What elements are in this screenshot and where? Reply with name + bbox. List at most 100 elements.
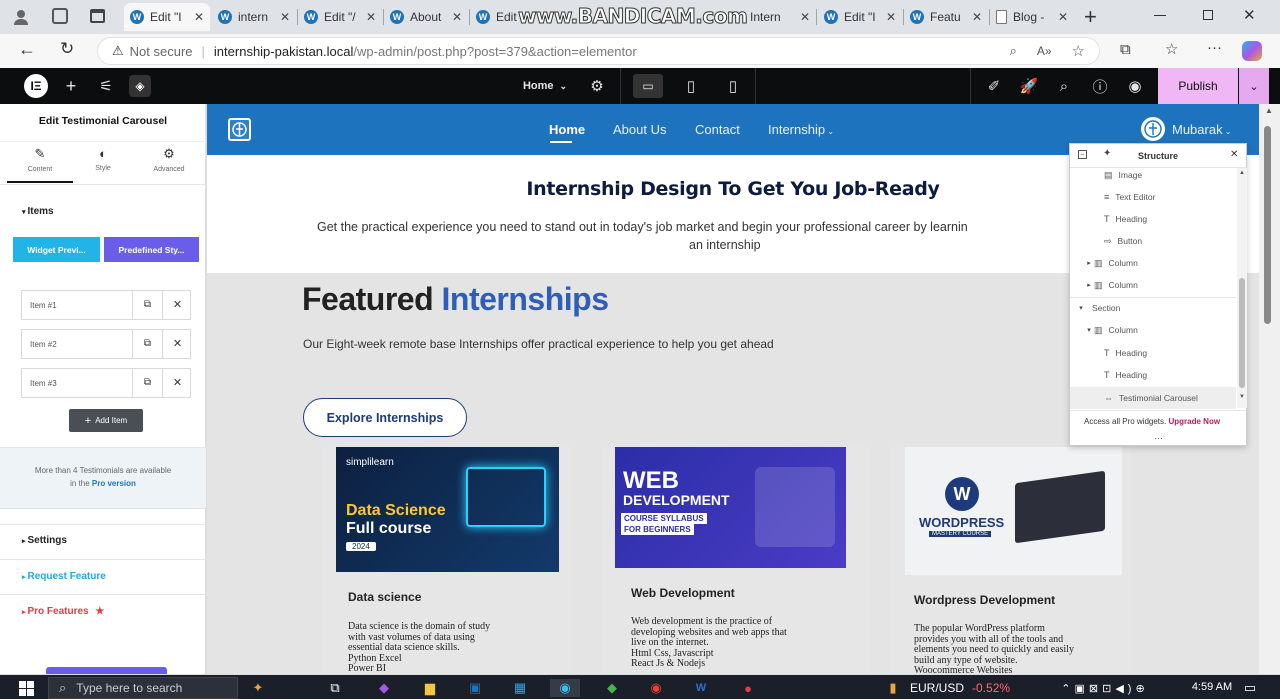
structure-item[interactable]: ▸ ▥ Column — [1070, 252, 1236, 274]
close-tab-icon[interactable]: ✕ — [366, 10, 376, 24]
delete-icon[interactable]: ✕ — [162, 330, 192, 358]
avatar[interactable] — [1140, 116, 1166, 142]
browser-tab[interactable]: W intern ✕ — [212, 3, 296, 31]
publish-options-button[interactable]: ⌄ — [1239, 68, 1269, 104]
structure-item[interactable]: ≡ Text Editor — [1070, 186, 1236, 208]
expand-arrow[interactable]: ▸ — [1084, 259, 1094, 267]
course-card[interactable]: WEB DEVELOPMENT COURSE SYLLABUS FOR BEGI… — [601, 447, 871, 674]
close-icon[interactable]: ✕ — [1230, 149, 1238, 160]
browser-tab[interactable]: Intern ✕ — [744, 3, 816, 31]
elementor-logo-icon[interactable]: IΞ — [24, 74, 48, 98]
structure-icon[interactable]: ◈ — [128, 68, 152, 104]
widgets-icon[interactable]: ✦ — [245, 679, 271, 697]
extensions-icon[interactable]: ⧉ — [1120, 41, 1131, 58]
structure-item[interactable]: ▾ Section — [1070, 297, 1236, 319]
browser-tab[interactable]: W Edit "/ ✕ — [298, 3, 382, 31]
more-menu-icon[interactable]: ··· — [1207, 39, 1222, 56]
address-bar[interactable]: ⚠ Not secure | internship-pakistan.local… — [97, 37, 1100, 65]
copilot-taskbar-icon[interactable]: ◆ — [374, 679, 394, 697]
publish-button[interactable]: Publish — [1158, 68, 1238, 104]
panel-footer-button[interactable] — [46, 667, 167, 674]
duplicate-icon[interactable]: ⧉ — [132, 291, 162, 319]
expand-arrow[interactable]: ▾ — [1084, 326, 1094, 334]
workspaces-icon[interactable] — [52, 8, 68, 24]
start-icon[interactable] — [18, 679, 34, 697]
expand-arrow[interactable]: ▾ — [1076, 304, 1086, 312]
ticker-label[interactable]: EUR/USD -0.52% — [910, 679, 1010, 697]
chart-icon[interactable]: ▮ — [884, 679, 902, 697]
mobile-view-icon[interactable]: ▯ — [722, 68, 744, 104]
user-menu[interactable]: Mubarak ⌄ — [1172, 122, 1232, 137]
settings-section-toggle[interactable]: ▸ Settings — [22, 535, 67, 546]
copilot-icon[interactable] — [1242, 41, 1262, 61]
favorites-icon[interactable]: ☆ — [1165, 40, 1178, 58]
page-selector[interactable]: Home ⌄ — [515, 68, 575, 104]
favorite-star-icon[interactable]: ☆ — [1072, 42, 1085, 60]
refresh-icon[interactable]: ↻ — [60, 39, 74, 59]
close-tab-icon[interactable]: ✕ — [280, 10, 290, 24]
preview-icon[interactable]: ◉ — [1124, 68, 1146, 104]
close-tab-icon[interactable]: ✕ — [1058, 10, 1068, 24]
tab-actions-icon[interactable] — [90, 9, 105, 23]
nav-contact[interactable]: Contact — [695, 122, 740, 137]
site-settings-icon[interactable]: ⚟ — [95, 68, 117, 104]
profile-icon[interactable] — [12, 8, 30, 26]
site-logo[interactable] — [228, 118, 251, 141]
structure-item[interactable]: ▤ Image — [1070, 164, 1236, 186]
structure-item[interactable]: T Heading — [1070, 364, 1236, 386]
duplicate-icon[interactable]: ⧉ — [132, 330, 162, 358]
browser-tab[interactable]: W About ✕ — [384, 3, 468, 31]
add-element-icon[interactable]: + — [60, 68, 82, 104]
read-aloud-icon[interactable]: A» — [1037, 44, 1052, 58]
desktop-view-icon[interactable]: ▭ — [630, 68, 666, 104]
clock[interactable]: 4:59 AM — [1182, 678, 1242, 696]
browser-tab[interactable]: W Edit "I ✕ — [124, 3, 210, 31]
browser-tab[interactable]: Blog - ✕ — [990, 3, 1074, 31]
pro-features-toggle[interactable]: ▸ Pro Features ★ — [22, 606, 104, 617]
notifications-icon[interactable]: 🚀 — [1018, 68, 1040, 104]
expand-arrow[interactable]: ▸ — [1084, 281, 1094, 289]
app-icon[interactable]: ◆ — [602, 679, 622, 697]
pro-version-link[interactable]: Pro version — [92, 479, 136, 488]
structure-item[interactable]: T Heading — [1070, 342, 1236, 364]
structure-item[interactable]: ▾ ▥ Column — [1070, 319, 1236, 341]
tab-style[interactable]: ◐ Style — [70, 144, 136, 182]
close-tab-icon[interactable]: ✕ — [452, 10, 462, 24]
request-feature-link[interactable]: ▸ Request Feature — [22, 571, 106, 582]
close-tab-icon[interactable]: ✕ — [886, 10, 896, 24]
nav-about[interactable]: About Us — [613, 122, 666, 137]
repeater-item[interactable]: Item #1 ⧉ ✕ — [21, 290, 191, 320]
close-tab-icon[interactable]: ✕ — [972, 10, 982, 24]
close-tab-icon[interactable]: ✕ — [800, 10, 810, 24]
structure-item[interactable]: T Heading — [1070, 208, 1236, 230]
record-icon[interactable]: ● — [738, 679, 758, 697]
system-tray-icons[interactable]: ⌃▣⊠⊡◀)⊕ — [1035, 679, 1175, 697]
zoom-icon[interactable]: ⌕ — [1010, 43, 1017, 59]
structure-item[interactable]: ⇨ Button — [1070, 230, 1236, 252]
close-tab-icon[interactable]: ✕ — [194, 10, 204, 24]
edge-icon[interactable]: ◉ — [550, 679, 580, 697]
new-tab-icon[interactable]: + — [1084, 4, 1097, 30]
nav-home[interactable]: Home — [549, 122, 585, 137]
search-icon[interactable]: ⌕ — [1053, 68, 1075, 104]
structure-item[interactable]: ▸ ▥ Column — [1070, 274, 1236, 296]
tab-advanced[interactable]: ⚙ Advanced — [136, 144, 202, 182]
delete-icon[interactable]: ✕ — [162, 369, 192, 397]
chrome-icon[interactable]: ◉ — [646, 679, 666, 697]
help-icon[interactable]: ⓘ — [1089, 68, 1111, 104]
store-icon[interactable]: ▦ — [510, 679, 530, 697]
widget-preview-button[interactable]: Widget Previ... — [13, 237, 100, 262]
repeater-item[interactable]: Item #2 ⧉ ✕ — [21, 329, 191, 359]
tablet-view-icon[interactable]: ▯ — [680, 68, 702, 104]
delete-icon[interactable]: ✕ — [162, 291, 192, 319]
restore-icon[interactable] — [1203, 10, 1213, 20]
add-item-button[interactable]: + Add Item — [69, 409, 143, 432]
browser-tab[interactable]: W Featu ✕ — [904, 3, 988, 31]
file-explorer-icon[interactable]: ▆ — [420, 679, 440, 697]
browser-tab[interactable]: W Edit "I ✕ — [818, 3, 902, 31]
predefined-style-button[interactable]: Predefined Sty... — [104, 237, 199, 262]
resize-handle[interactable]: ··· — [1154, 433, 1163, 443]
outlook-icon[interactable]: ▣ — [465, 679, 485, 697]
upgrade-now-link[interactable]: Upgrade Now — [1169, 417, 1221, 426]
theme-builder-icon[interactable]: ✐ — [983, 68, 1005, 104]
